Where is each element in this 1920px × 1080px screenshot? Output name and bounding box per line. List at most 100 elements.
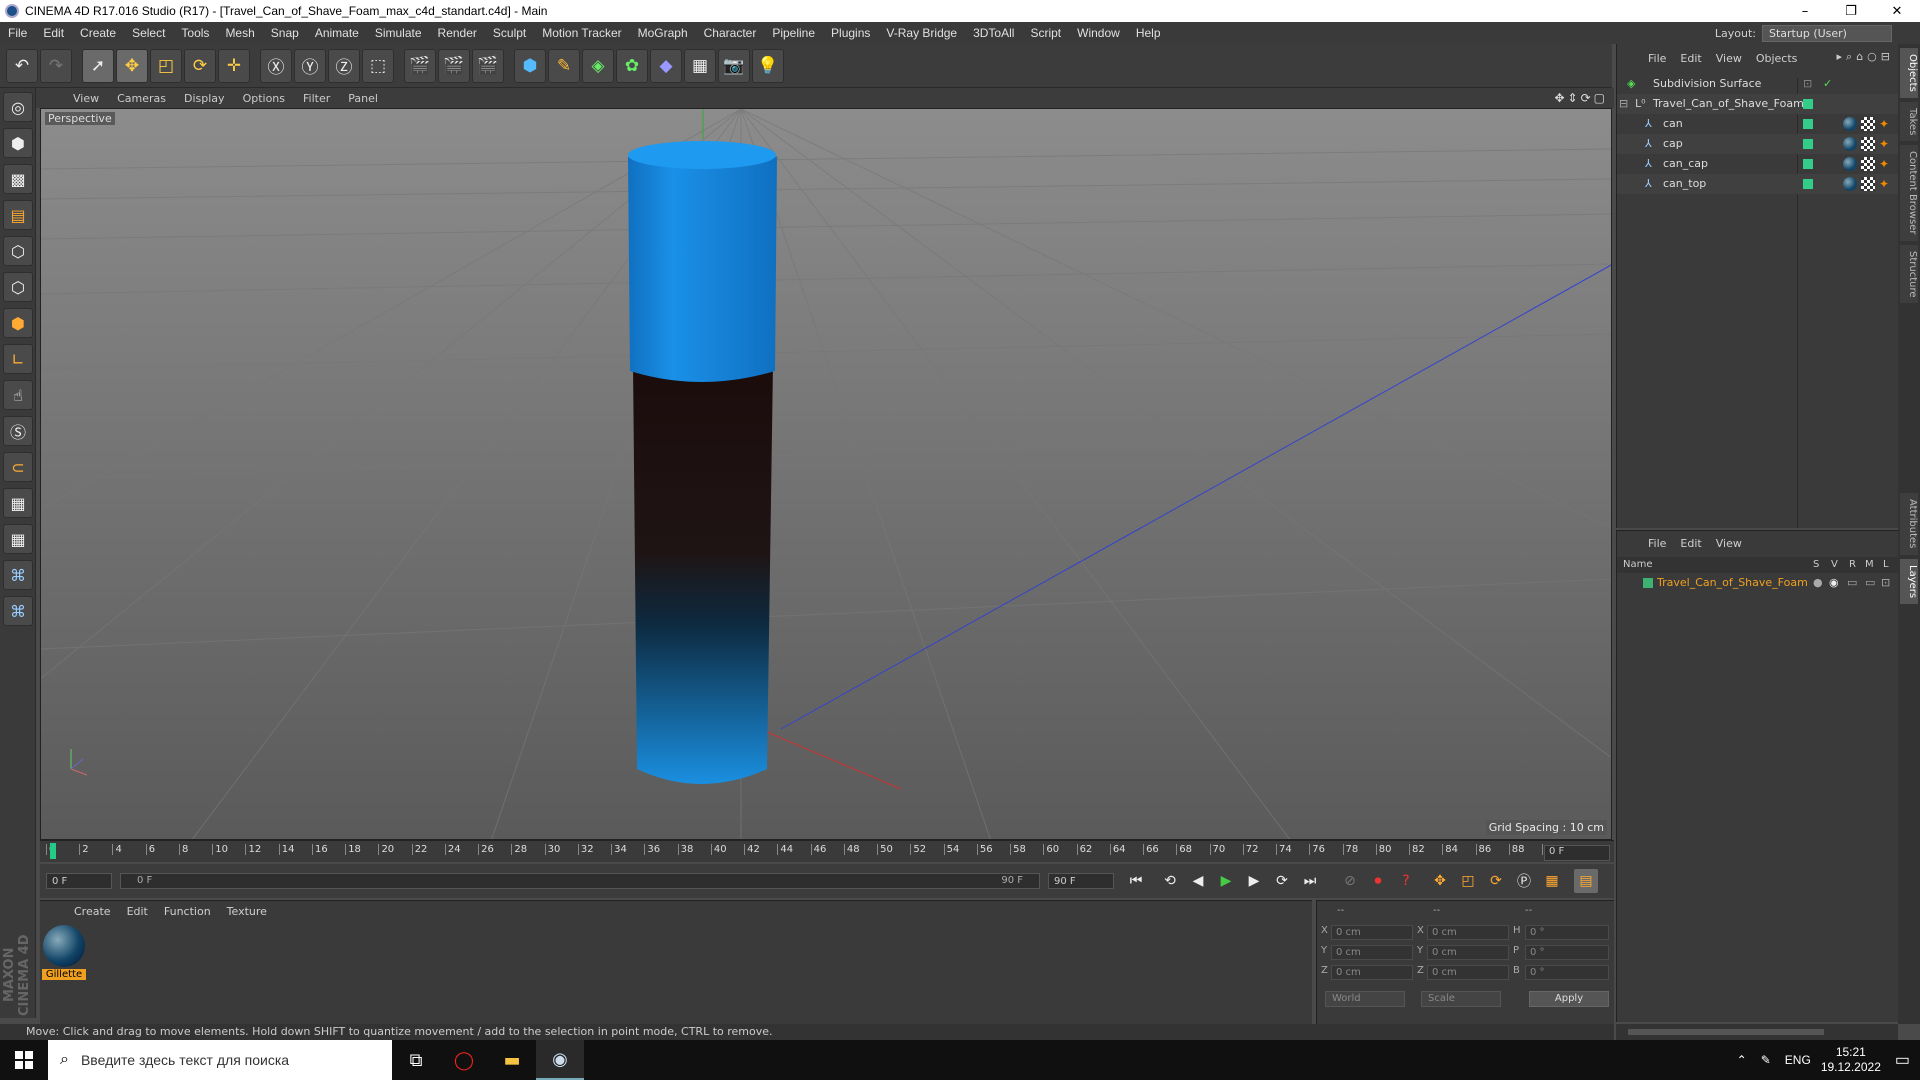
texture-mode-icon[interactable]: ▩ [3,164,33,194]
menu-animate[interactable]: Animate [307,26,367,40]
menu-mesh[interactable]: Mesh [217,26,262,40]
size-mode-dropdown[interactable]: Scale [1421,991,1501,1007]
horizontal-scrollbar[interactable] [1616,1024,1898,1040]
tray-overflow-icon[interactable]: ⌃ [1737,1053,1747,1067]
tab-layers[interactable]: Layers [1900,558,1918,604]
layer-row[interactable]: Travel_Can_of_Shave_Foam ● ◉ ▭ ▭ ⊡ [1617,575,1899,593]
go-to-end-icon[interactable]: ⏭ [1298,869,1322,893]
current-frame-field[interactable]: 0 F [1544,845,1610,861]
timeline-ruler[interactable]: 0246810121416182022242628303234363840424… [40,840,1614,862]
grid-snap-icon[interactable]: ▦ [3,524,33,554]
viewport-menu-cameras[interactable]: Cameras [108,92,175,105]
clock[interactable]: 15:21 19.12.2022 [1821,1045,1881,1075]
object-enabled-check-icon[interactable]: ✓ [1823,77,1832,90]
size-x-field[interactable]: 0 cm [1427,925,1509,940]
menu-sculpt[interactable]: Sculpt [485,26,534,40]
menu-edit[interactable]: Edit [35,26,72,40]
render-view-icon[interactable]: 🎬 [404,48,436,83]
layer-color-swatch[interactable] [1803,119,1813,129]
start-frame-field[interactable]: 0 F [46,873,112,889]
undo-icon[interactable]: ↶ [6,48,38,83]
layout-dropdown[interactable]: Startup (User) [1762,25,1892,42]
viewport-menu-panel[interactable]: Panel [339,92,387,105]
scale-tool-icon[interactable]: ◰ [150,48,182,83]
subdivision-surface-icon[interactable]: ◈ [582,48,614,83]
texture-tag-icon[interactable] [1861,177,1875,191]
menu-vray-bridge[interactable]: V-Ray Bridge [878,26,965,40]
object-row-travel-can[interactable]: ⊟ L⁰ Travel_Can_of_Shave_Foam [1617,94,1899,114]
y-axis-lock-icon[interactable]: Ⓨ [294,48,326,83]
layer-color-swatch[interactable] [1803,179,1813,189]
layer-color-swatch[interactable] [1803,139,1813,149]
layer-solo-icon[interactable]: ● [1813,576,1823,589]
workplane-mode-icon[interactable]: ▤ [3,200,33,230]
language-indicator[interactable]: ENG [1785,1053,1811,1067]
layers-menu-file[interactable]: File [1641,537,1673,553]
polygons-mode-icon[interactable]: ⬢ [3,308,33,338]
position-x-field[interactable]: 0 cm [1331,925,1413,940]
snap-icon[interactable]: Ⓢ [3,416,33,446]
menu-create[interactable]: Create [72,26,124,40]
viewport-menu-display[interactable]: Display [175,92,234,105]
task-view-icon[interactable]: ⧉ [392,1040,440,1080]
menu-simulate[interactable]: Simulate [367,26,430,40]
model-mode-icon[interactable]: ⬢ [3,128,33,158]
cloner-icon[interactable]: ✿ [616,48,648,83]
viewport-perspective[interactable]: Perspective Grid Spacing : 10 cm [40,108,1612,840]
tab-objects[interactable]: Objects [1900,48,1918,98]
transform-tool-icon[interactable]: ✛ [218,48,250,83]
grid-lock-icon[interactable]: ▦ [3,488,33,518]
layers-menu-edit[interactable]: Edit [1673,537,1708,553]
rotation-p-field[interactable]: 0 ° [1525,945,1609,960]
tree-collapse-icon[interactable]: ⊟ [1619,97,1628,110]
menu-motion-tracker[interactable]: Motion Tracker [534,26,629,40]
go-to-start-icon[interactable]: ⏮ [1124,869,1148,893]
keyframe-selection-icon[interactable]: ? [1394,869,1418,893]
menu-window[interactable]: Window [1069,26,1128,40]
deformer-icon[interactable]: ◆ [650,48,682,83]
record-keys-icon[interactable]: ⊘ [1338,869,1362,893]
viewport-navigation-icons[interactable]: ✥⇕⟳▢ [1554,91,1608,105]
notifications-icon[interactable]: ▭ [1895,1050,1910,1070]
pen-input-icon[interactable]: ✎ [1761,1053,1771,1067]
camera-icon[interactable]: 📷 [718,48,750,83]
spline-pen-icon[interactable]: ✎ [548,48,580,83]
menu-script[interactable]: Script [1022,26,1069,40]
axis-mode-icon[interactable]: ∟ [3,344,33,374]
object-row-can-cap[interactable]: ⅄ can_cap ✦ [1617,154,1899,174]
layers-menu-view[interactable]: View [1709,537,1749,553]
previous-frame-icon[interactable]: ◀ [1186,869,1210,893]
minimize-button[interactable]: – [1782,4,1828,19]
menu-tools[interactable]: Tools [173,26,217,40]
menu-snap[interactable]: Snap [263,26,307,40]
object-row-subdivision-surface[interactable]: ◈ Subdivision Surface ⊡ ✓ [1617,74,1899,94]
material-tag-icon[interactable] [1843,117,1857,131]
object-manager-nav-icons[interactable]: ▸⌕⌂○⊟ [1837,50,1894,64]
texture-tag-icon[interactable] [1861,137,1875,151]
file-explorer-icon[interactable]: ▬ [488,1040,536,1080]
layer-lock-icon[interactable]: ⊡ [1881,576,1890,589]
python-script-icon[interactable]: ⌘ [3,596,33,626]
key-scale-icon[interactable]: ◰ [1456,869,1480,893]
viewport-menu-view[interactable]: View [64,92,108,105]
menu-file[interactable]: File [0,26,35,40]
layer-color-swatch[interactable] [1803,99,1813,109]
menu-pipeline[interactable]: Pipeline [764,26,823,40]
rotation-h-field[interactable]: 0 ° [1525,925,1609,940]
key-rotation-icon[interactable]: ⟳ [1484,869,1508,893]
opera-browser-icon[interactable]: ◯ [440,1040,488,1080]
tweak-mode-icon[interactable]: ☝ [3,380,33,410]
size-z-field[interactable]: 0 cm [1427,965,1509,980]
autokey-icon[interactable]: ⏺ [1366,869,1390,893]
start-button[interactable] [0,1040,48,1080]
preview-range-slider[interactable]: 0 F 90 F [120,873,1040,889]
material-menu-function[interactable]: Function [156,905,219,918]
apply-button[interactable]: Apply [1529,991,1609,1007]
key-position-icon[interactable]: ✥ [1428,869,1452,893]
object-row-can-top[interactable]: ⅄ can_top ✦ [1617,174,1899,194]
menu-3dtoall[interactable]: 3DToAll [965,26,1022,40]
material-tag-icon[interactable] [1843,157,1857,171]
edges-mode-icon[interactable]: ⬡ [3,272,33,302]
material-swatch[interactable]: Gillette [42,925,86,981]
layer-color-swatch[interactable] [1803,159,1813,169]
